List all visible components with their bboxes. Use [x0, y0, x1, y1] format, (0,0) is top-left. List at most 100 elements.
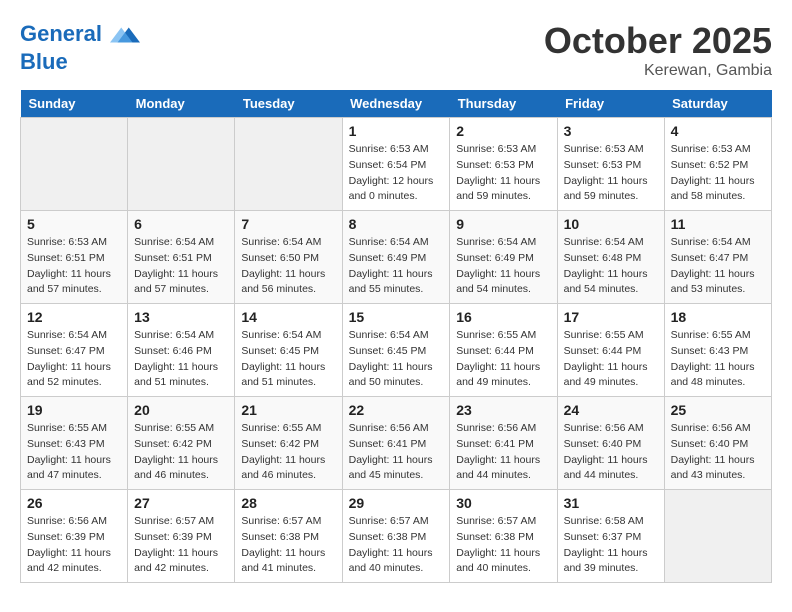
day-info: Sunrise: 6:57 AMSunset: 6:38 PMDaylight:…: [241, 514, 335, 577]
day-info: Sunrise: 6:55 AMSunset: 6:43 PMDaylight:…: [671, 328, 765, 391]
day-number: 29: [349, 495, 444, 511]
day-number: 4: [671, 123, 765, 139]
day-number: 30: [456, 495, 550, 511]
day-info: Sunrise: 6:54 AMSunset: 6:47 PMDaylight:…: [27, 328, 121, 391]
logo: General Blue: [20, 20, 140, 74]
day-number: 14: [241, 309, 335, 325]
day-number: 20: [134, 402, 228, 418]
day-number: 5: [27, 216, 121, 232]
calendar-cell: 23 Sunrise: 6:56 AMSunset: 6:41 PMDayligh…: [450, 397, 557, 490]
day-info: Sunrise: 6:56 AMSunset: 6:39 PMDaylight:…: [27, 514, 121, 577]
calendar-cell: [21, 118, 128, 211]
day-header-friday: Friday: [557, 90, 664, 118]
month-title: October 2025: [544, 20, 772, 62]
day-number: 6: [134, 216, 228, 232]
day-info: Sunrise: 6:56 AMSunset: 6:41 PMDaylight:…: [349, 421, 444, 484]
calendar-cell: 16Sunrise: 6:55 AMSunset: 6:44 PMDayligh…: [450, 304, 557, 397]
day-number: 7: [241, 216, 335, 232]
calendar-cell: 21 Sunrise: 6:55 AMSunset: 6:42 PMDayligh…: [235, 397, 342, 490]
day-info: Sunrise: 6:54 AMSunset: 6:47 PMDaylight:…: [671, 235, 765, 298]
calendar-cell: 14 Sunrise: 6:54 AMSunset: 6:45 PMDayligh…: [235, 304, 342, 397]
week-row-2: 5Sunrise: 6:53 AMSunset: 6:51 PMDaylight…: [21, 211, 772, 304]
calendar-cell: 18 Sunrise: 6:55 AMSunset: 6:43 PMDayligh…: [664, 304, 771, 397]
day-info: Sunrise: 6:53 AMSunset: 6:52 PMDaylight:…: [671, 142, 765, 205]
day-header-sunday: Sunday: [21, 90, 128, 118]
calendar-cell: [128, 118, 235, 211]
day-info: Sunrise: 6:58 AMSunset: 6:37 PMDaylight:…: [564, 514, 658, 577]
calendar-cell: 27 Sunrise: 6:57 AMSunset: 6:39 PMDayligh…: [128, 490, 235, 583]
calendar-cell: 7 Sunrise: 6:54 AMSunset: 6:50 PMDaylight…: [235, 211, 342, 304]
day-header-tuesday: Tuesday: [235, 90, 342, 118]
day-number: 8: [349, 216, 444, 232]
calendar-header-row: SundayMondayTuesdayWednesdayThursdayFrid…: [21, 90, 772, 118]
day-number: 23: [456, 402, 550, 418]
day-info: Sunrise: 6:56 AMSunset: 6:41 PMDaylight:…: [456, 421, 550, 484]
day-info: Sunrise: 6:54 AMSunset: 6:45 PMDaylight:…: [349, 328, 444, 391]
title-block: October 2025 Kerewan, Gambia: [544, 20, 772, 80]
day-info: Sunrise: 6:54 AMSunset: 6:49 PMDaylight:…: [349, 235, 444, 298]
day-info: Sunrise: 6:57 AMSunset: 6:38 PMDaylight:…: [349, 514, 444, 577]
calendar-cell: 20 Sunrise: 6:55 AMSunset: 6:42 PMDayligh…: [128, 397, 235, 490]
day-info: Sunrise: 6:53 AMSunset: 6:54 PMDaylight:…: [349, 142, 444, 205]
day-number: 25: [671, 402, 765, 418]
calendar-cell: 30Sunrise: 6:57 AMSunset: 6:38 PMDayligh…: [450, 490, 557, 583]
day-number: 15: [349, 309, 444, 325]
day-number: 21: [241, 402, 335, 418]
day-number: 27: [134, 495, 228, 511]
calendar-cell: 5Sunrise: 6:53 AMSunset: 6:51 PMDaylight…: [21, 211, 128, 304]
day-number: 28: [241, 495, 335, 511]
day-number: 16: [456, 309, 550, 325]
week-row-4: 19Sunrise: 6:55 AMSunset: 6:43 PMDayligh…: [21, 397, 772, 490]
day-info: Sunrise: 6:54 AMSunset: 6:49 PMDaylight:…: [456, 235, 550, 298]
calendar-cell: 13 Sunrise: 6:54 AMSunset: 6:46 PMDayligh…: [128, 304, 235, 397]
day-header-saturday: Saturday: [664, 90, 771, 118]
calendar-cell: 4 Sunrise: 6:53 AMSunset: 6:52 PMDaylight…: [664, 118, 771, 211]
day-header-thursday: Thursday: [450, 90, 557, 118]
calendar-cell: 17 Sunrise: 6:55 AMSunset: 6:44 PMDayligh…: [557, 304, 664, 397]
day-number: 17: [564, 309, 658, 325]
day-number: 18: [671, 309, 765, 325]
day-header-monday: Monday: [128, 90, 235, 118]
day-info: Sunrise: 6:56 AMSunset: 6:40 PMDaylight:…: [564, 421, 658, 484]
logo-text: General Blue: [20, 20, 140, 74]
calendar-cell: 2Sunrise: 6:53 AMSunset: 6:53 PMDaylight…: [450, 118, 557, 211]
day-info: Sunrise: 6:55 AMSunset: 6:42 PMDaylight:…: [241, 421, 335, 484]
calendar-cell: 1 Sunrise: 6:53 AMSunset: 6:54 PMDaylight…: [342, 118, 450, 211]
day-number: 13: [134, 309, 228, 325]
day-number: 1: [349, 123, 444, 139]
calendar-body: 1 Sunrise: 6:53 AMSunset: 6:54 PMDaylight…: [21, 118, 772, 583]
day-number: 31: [564, 495, 658, 511]
week-row-5: 26Sunrise: 6:56 AMSunset: 6:39 PMDayligh…: [21, 490, 772, 583]
calendar-cell: [235, 118, 342, 211]
location-subtitle: Kerewan, Gambia: [544, 62, 772, 80]
calendar-cell: [664, 490, 771, 583]
calendar-cell: 15 Sunrise: 6:54 AMSunset: 6:45 PMDayligh…: [342, 304, 450, 397]
day-info: Sunrise: 6:55 AMSunset: 6:42 PMDaylight:…: [134, 421, 228, 484]
calendar-table: SundayMondayTuesdayWednesdayThursdayFrid…: [20, 90, 772, 583]
calendar-cell: 25Sunrise: 6:56 AMSunset: 6:40 PMDayligh…: [664, 397, 771, 490]
page-header: General Blue October 2025 Kerewan, Gambi…: [20, 20, 772, 80]
week-row-3: 12 Sunrise: 6:54 AMSunset: 6:47 PMDayligh…: [21, 304, 772, 397]
day-number: 3: [564, 123, 658, 139]
day-number: 24: [564, 402, 658, 418]
calendar-cell: 10Sunrise: 6:54 AMSunset: 6:48 PMDayligh…: [557, 211, 664, 304]
day-info: Sunrise: 6:53 AMSunset: 6:53 PMDaylight:…: [456, 142, 550, 205]
day-info: Sunrise: 6:53 AMSunset: 6:53 PMDaylight:…: [564, 142, 658, 205]
calendar-cell: 8 Sunrise: 6:54 AMSunset: 6:49 PMDaylight…: [342, 211, 450, 304]
day-info: Sunrise: 6:55 AMSunset: 6:44 PMDaylight:…: [564, 328, 658, 391]
day-info: Sunrise: 6:54 AMSunset: 6:48 PMDaylight:…: [564, 235, 658, 298]
calendar-cell: 9Sunrise: 6:54 AMSunset: 6:49 PMDaylight…: [450, 211, 557, 304]
day-number: 22: [349, 402, 444, 418]
day-number: 11: [671, 216, 765, 232]
day-number: 12: [27, 309, 121, 325]
day-number: 19: [27, 402, 121, 418]
week-row-1: 1 Sunrise: 6:53 AMSunset: 6:54 PMDaylight…: [21, 118, 772, 211]
calendar-cell: 22 Sunrise: 6:56 AMSunset: 6:41 PMDayligh…: [342, 397, 450, 490]
day-info: Sunrise: 6:54 AMSunset: 6:51 PMDaylight:…: [134, 235, 228, 298]
calendar-cell: 29 Sunrise: 6:57 AMSunset: 6:38 PMDayligh…: [342, 490, 450, 583]
day-info: Sunrise: 6:54 AMSunset: 6:50 PMDaylight:…: [241, 235, 335, 298]
day-info: Sunrise: 6:57 AMSunset: 6:39 PMDaylight:…: [134, 514, 228, 577]
calendar-cell: 31 Sunrise: 6:58 AMSunset: 6:37 PMDayligh…: [557, 490, 664, 583]
day-info: Sunrise: 6:54 AMSunset: 6:45 PMDaylight:…: [241, 328, 335, 391]
day-info: Sunrise: 6:54 AMSunset: 6:46 PMDaylight:…: [134, 328, 228, 391]
